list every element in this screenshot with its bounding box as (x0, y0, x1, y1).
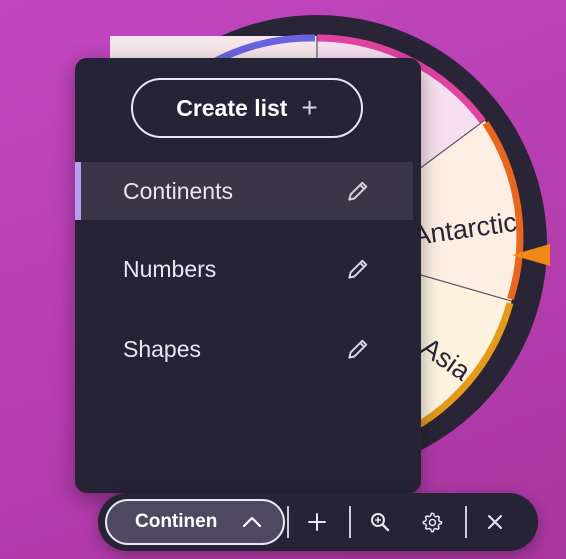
zoom-button[interactable] (360, 502, 400, 542)
list-item-label: Numbers (123, 255, 217, 282)
chevron-up-icon (242, 516, 262, 528)
list-item-numbers[interactable]: Numbers (75, 240, 413, 298)
pencil-icon[interactable] (345, 178, 371, 204)
create-list-label: Create list (176, 94, 288, 121)
toolbar-divider (349, 506, 351, 538)
close-button[interactable] (475, 502, 515, 542)
list-item-shapes[interactable]: Shapes (75, 320, 413, 378)
list-item-label: Shapes (123, 335, 202, 362)
close-icon (488, 515, 502, 529)
list-item-label: Continents (123, 177, 233, 204)
toolbar-divider (287, 506, 289, 538)
list-item-continents[interactable]: Continents (75, 162, 413, 220)
plus-icon (308, 513, 326, 531)
create-list-button[interactable]: Create list + (131, 78, 363, 138)
current-list-label: Continen (135, 511, 218, 532)
bottom-toolbar: Continen (98, 493, 538, 551)
settings-button[interactable] (412, 502, 452, 542)
lists-menu: Create list + Continents Numbers Shapes (75, 58, 421, 493)
gear-icon (422, 512, 443, 533)
pencil-icon[interactable] (345, 256, 371, 282)
list-selector-button[interactable]: Continen (105, 499, 285, 545)
plus-icon: + (301, 92, 318, 123)
add-entry-button[interactable] (297, 502, 337, 542)
pencil-icon[interactable] (345, 336, 371, 362)
zoom-in-icon (371, 513, 390, 532)
toolbar-divider (465, 506, 467, 538)
